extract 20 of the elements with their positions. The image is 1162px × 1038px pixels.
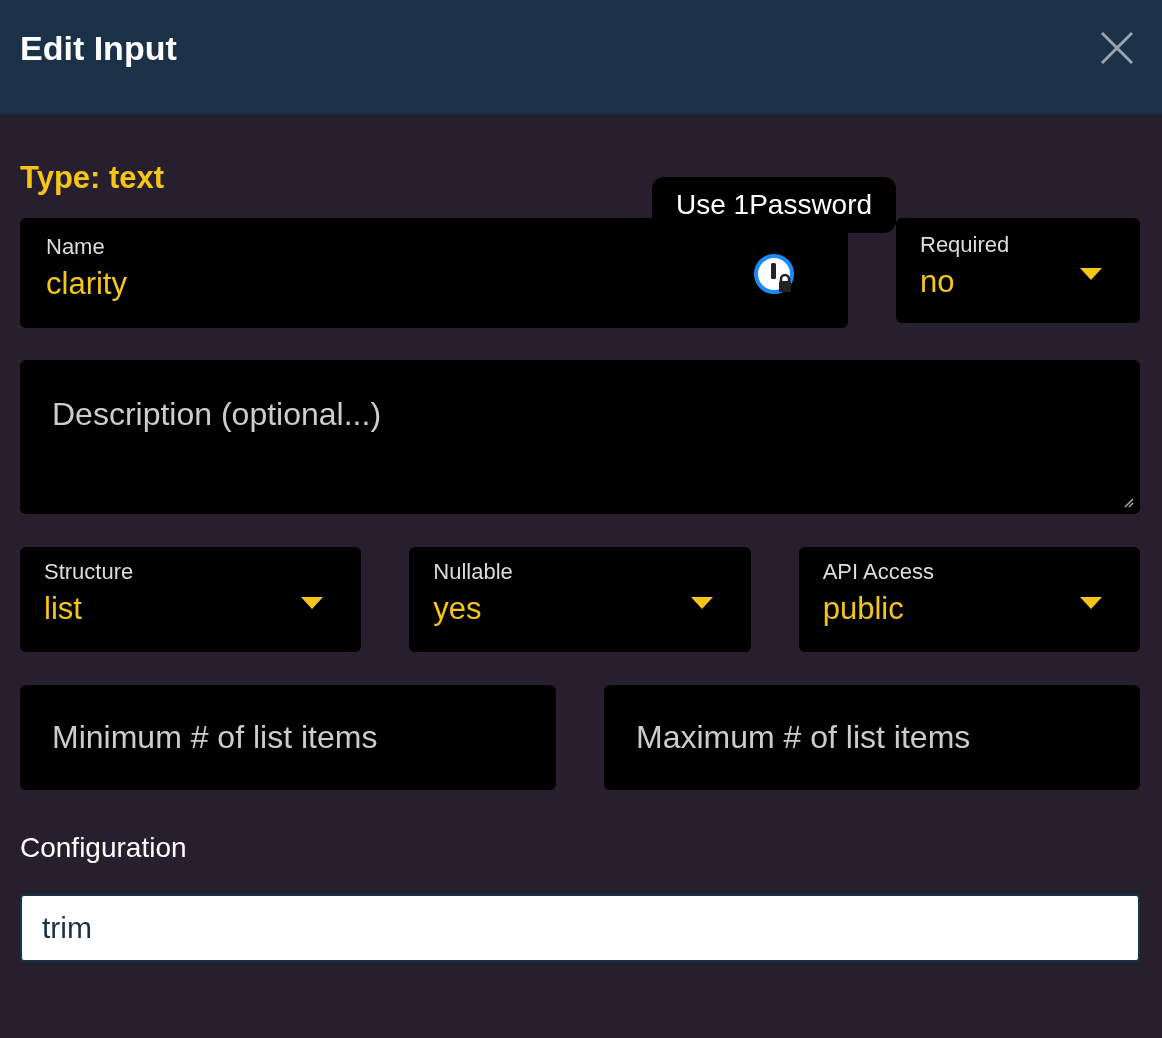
dropdown-select[interactable]: Structure list: [20, 547, 362, 652]
caret-icon: [301, 597, 324, 609]
tooltip: Use 1Password: [652, 177, 897, 233]
configuration-label: Configuration: [20, 832, 188, 864]
name-input-field[interactable]: clarity: [46, 266, 646, 302]
resize-grip-icon[interactable]: [1122, 496, 1134, 508]
dialog-title: Edit Input: [20, 28, 177, 68]
required-select[interactable]: Required no: [896, 218, 1140, 323]
caret-icon: [1080, 268, 1102, 280]
number-input-field[interactable]: Maximum # of list items: [604, 685, 1140, 790]
field-label: Name: [46, 234, 106, 260]
number-input-field[interactable]: Minimum # of list items: [20, 685, 556, 790]
close-icon[interactable]: [1100, 31, 1134, 65]
dropdown-select[interactable]: Nullable yes: [409, 547, 751, 652]
dropdown-select[interactable]: API Access public: [798, 547, 1140, 652]
type-label: Type: text: [20, 160, 166, 196]
caret-icon: [690, 597, 713, 609]
description-field[interactable]: Description (optional...): [20, 360, 1140, 514]
caret-icon: [1080, 597, 1102, 609]
configuration-input-field[interactable]: trim: [20, 894, 1140, 962]
